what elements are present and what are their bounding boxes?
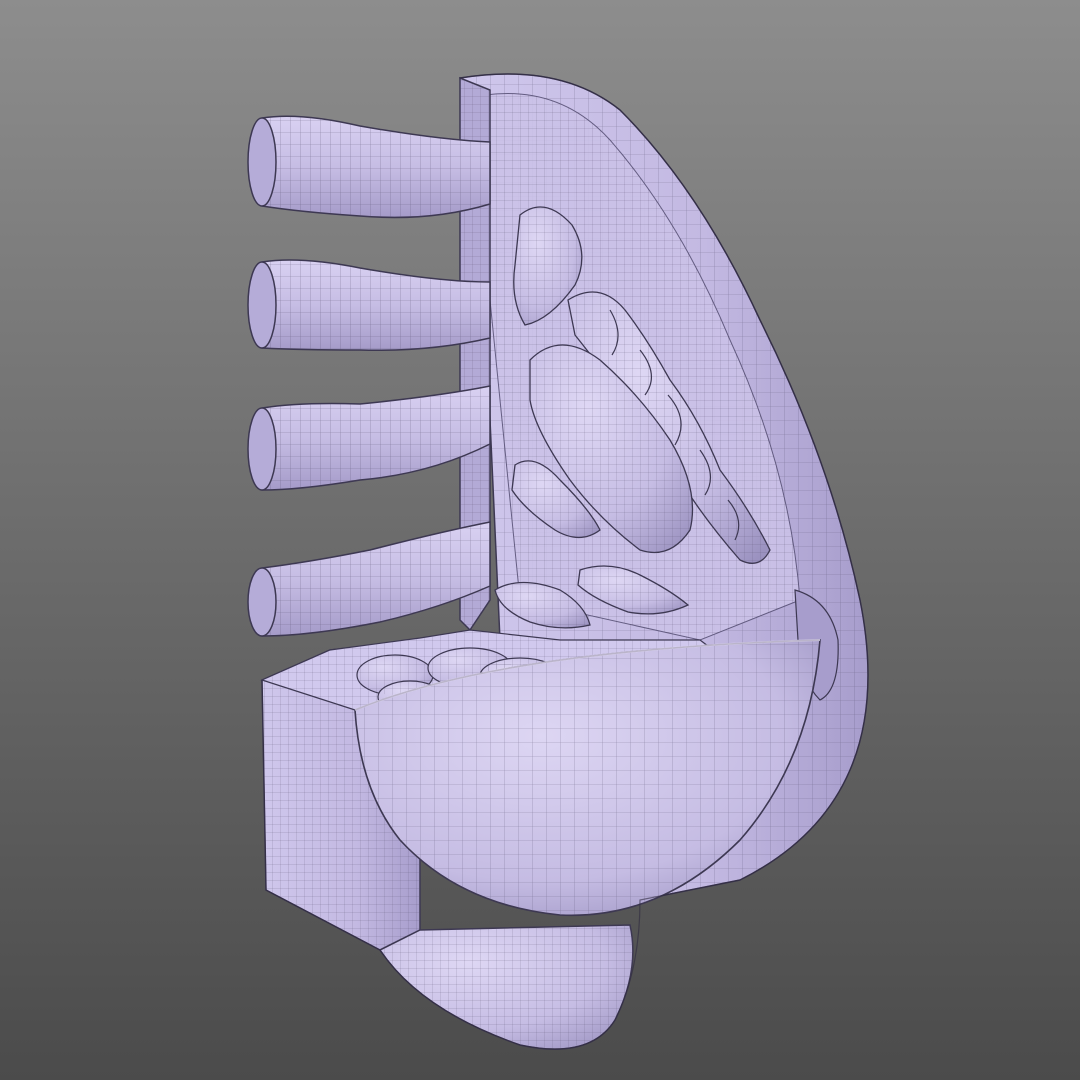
3d-viewport[interactable]: [0, 0, 1080, 1080]
model-canvas: [0, 0, 1080, 1080]
